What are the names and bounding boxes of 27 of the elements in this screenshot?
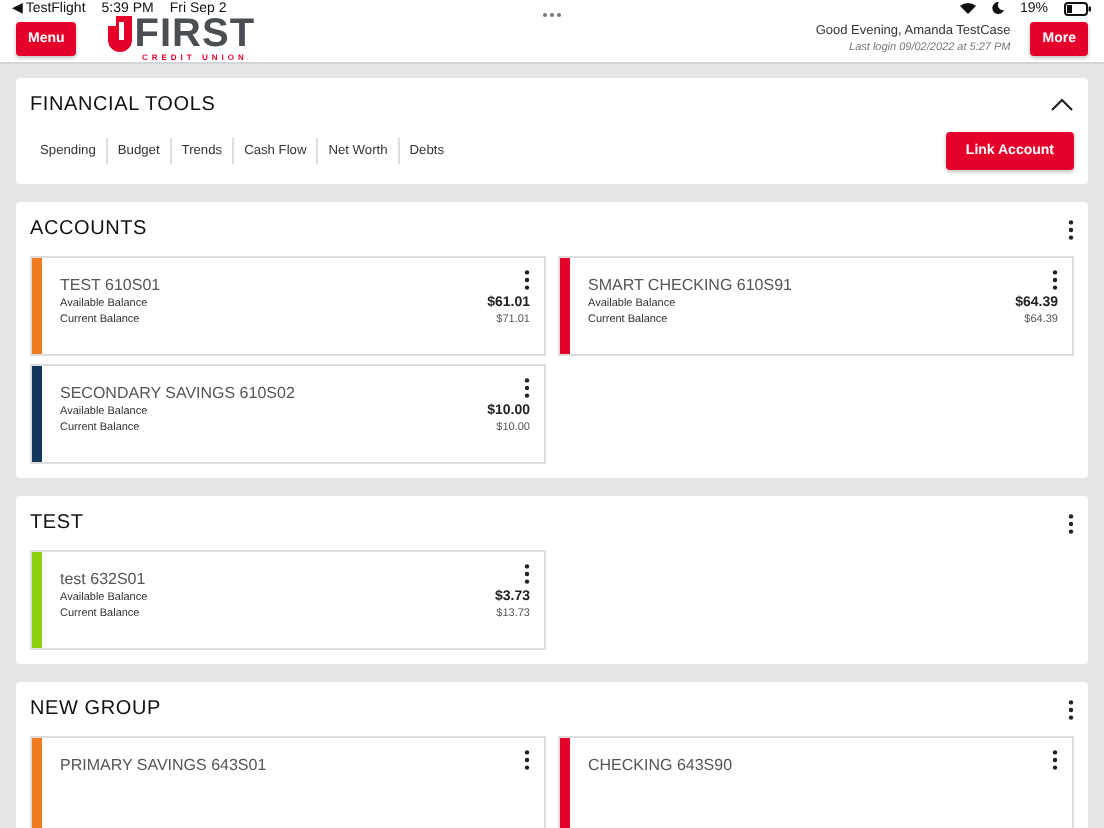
account-name: SMART CHECKING 610S91 <box>588 276 792 294</box>
wifi-icon <box>959 2 976 14</box>
group-title: TEST <box>30 512 84 534</box>
account-card[interactable]: PRIMARY SAVINGS 643S01 <box>30 736 546 828</box>
multitasking-dots-icon[interactable] <box>542 8 562 14</box>
more-options-icon[interactable] <box>1052 750 1058 770</box>
account-card[interactable]: CHECKING 643S90 <box>558 736 1074 828</box>
more-options-icon[interactable] <box>1068 699 1074 719</box>
group-title: ACCOUNTS <box>30 218 148 240</box>
more-options-icon[interactable] <box>524 750 530 770</box>
more-options-icon[interactable] <box>524 378 530 398</box>
account-name: SECONDARY SAVINGS 610S02 <box>60 384 295 402</box>
battery-icon <box>1064 1 1092 15</box>
more-options-icon[interactable] <box>524 270 530 290</box>
account-name: CHECKING 643S90 <box>588 756 733 774</box>
more-options-icon[interactable] <box>1068 513 1074 533</box>
account-name: test 632S01 <box>60 570 146 588</box>
logo-wordmark: FIRST <box>134 16 256 52</box>
more-options-icon[interactable] <box>1052 270 1058 290</box>
more-options-icon[interactable] <box>524 564 530 584</box>
account-name: TEST 610S01 <box>60 276 161 294</box>
account-name: PRIMARY SAVINGS 643S01 <box>60 756 267 774</box>
more-options-icon[interactable] <box>1068 219 1074 239</box>
chevron-up-icon[interactable] <box>1050 98 1074 112</box>
moon-icon <box>991 2 1004 14</box>
panel-title: FINANCIAL TOOLS <box>30 94 216 116</box>
group-title: NEW GROUP <box>30 698 161 720</box>
